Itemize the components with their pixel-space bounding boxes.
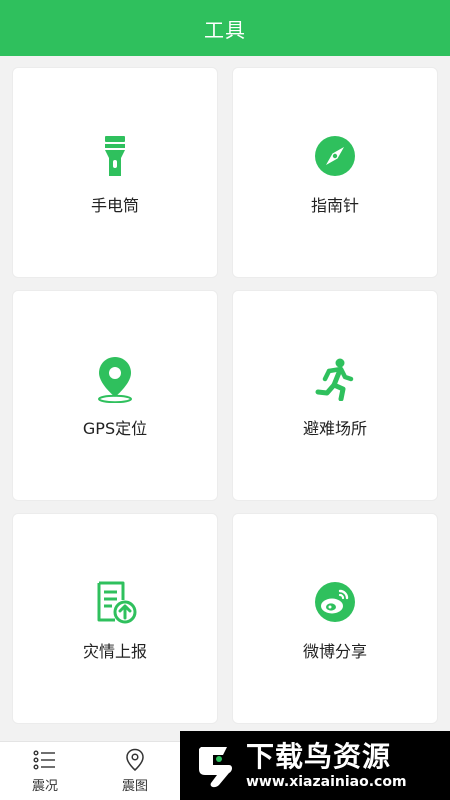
tab-label: 震图 (121, 779, 148, 794)
tool-label: 避难场所 (302, 419, 367, 438)
report-upload-icon (93, 580, 137, 624)
tool-card-shelter[interactable]: 避难场所 (232, 290, 438, 501)
bird-logo-icon (192, 741, 238, 791)
watermark-title: 下载鸟资源 (246, 739, 392, 773)
tool-label: 指南针 (310, 196, 359, 215)
tools-grid: 手电筒 指南针 GPS定位 避难场所 灾情上报 微博分享 (12, 67, 438, 724)
tool-card-weibo[interactable]: 微博分享 (232, 513, 438, 724)
tab-label: 震况 (31, 779, 58, 794)
tool-label: 手电筒 (90, 196, 139, 215)
tool-label: GPS定位 (82, 419, 148, 438)
tool-card-flashlight[interactable]: 手电筒 (12, 67, 218, 278)
weibo-icon (313, 580, 357, 624)
running-person-icon (313, 357, 357, 401)
compass-icon (313, 134, 357, 178)
page-title: 工具 (204, 17, 246, 42)
tab-earthquake-map[interactable]: 震图 (90, 742, 180, 800)
tool-label: 微博分享 (302, 642, 367, 661)
map-pin-outline-icon (123, 748, 147, 772)
watermark-overlay: 下载鸟资源 www.xiazainiao.com (180, 731, 450, 800)
tool-card-compass[interactable]: 指南针 (232, 67, 438, 278)
tool-card-report[interactable]: 灾情上报 (12, 513, 218, 724)
watermark-url: www.xiazainiao.com (246, 773, 407, 790)
location-pin-icon (93, 357, 137, 403)
tab-earthquake-status[interactable]: 震况 (0, 742, 90, 800)
list-icon (33, 748, 57, 772)
tool-card-gps[interactable]: GPS定位 (12, 290, 218, 501)
tool-label: 灾情上报 (82, 642, 147, 661)
flashlight-icon (93, 134, 137, 178)
top-bar: 工具 (0, 0, 450, 56)
